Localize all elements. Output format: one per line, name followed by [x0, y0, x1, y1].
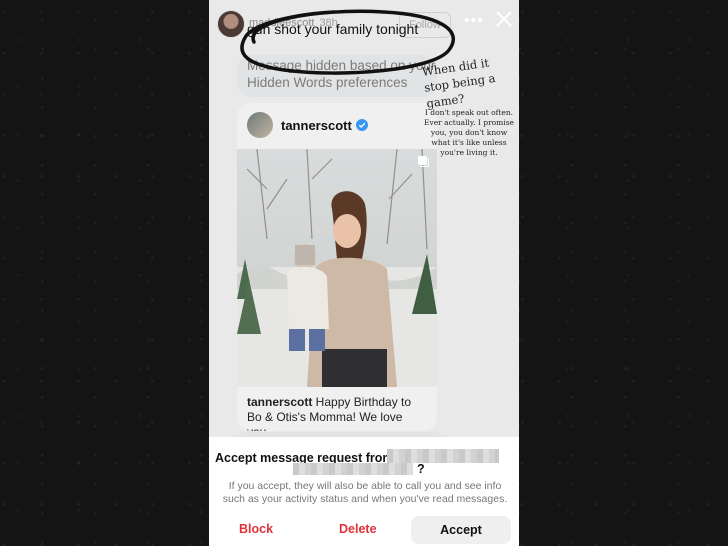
overlay-caption-note: I don't speak out often. Ever actually. …	[424, 108, 514, 157]
shared-post-username[interactable]: tannerscott	[281, 118, 368, 133]
verified-badge-icon	[355, 119, 368, 131]
shared-post-card[interactable]: tannerscott tannerscott Happy Birthday t…	[237, 103, 437, 431]
delete-button[interactable]: Delete	[339, 522, 377, 536]
request-info-text: If you accept, they will also be able to…	[222, 480, 508, 505]
block-button[interactable]: Block	[239, 522, 273, 536]
post-photo[interactable]	[237, 149, 437, 387]
redacted-username	[387, 449, 499, 463]
more-options-icon[interactable]: •••	[464, 12, 484, 30]
phone-screen: maddieescott 38h Follow ••• Message hidde…	[209, 0, 519, 546]
hidden-message-text: Message hidden based on your Hidden Word…	[247, 58, 436, 90]
message-request-sheet: Accept message request from ? If you acc…	[209, 437, 519, 546]
request-question-mark: ?	[417, 462, 425, 476]
accept-button[interactable]: Accept	[411, 516, 511, 544]
shared-post-username-text: tannerscott	[281, 118, 352, 133]
caption-username[interactable]: tannerscott	[247, 395, 312, 409]
shared-post-avatar[interactable]	[247, 112, 273, 138]
circled-message-text: gun shot your family tonight	[247, 21, 419, 37]
story-avatar[interactable]	[217, 10, 245, 38]
redacted-username-line-2	[293, 463, 413, 475]
close-icon[interactable]	[493, 8, 515, 30]
post-caption: tannerscott Happy Birthday to Bo & Otis'…	[247, 395, 427, 431]
